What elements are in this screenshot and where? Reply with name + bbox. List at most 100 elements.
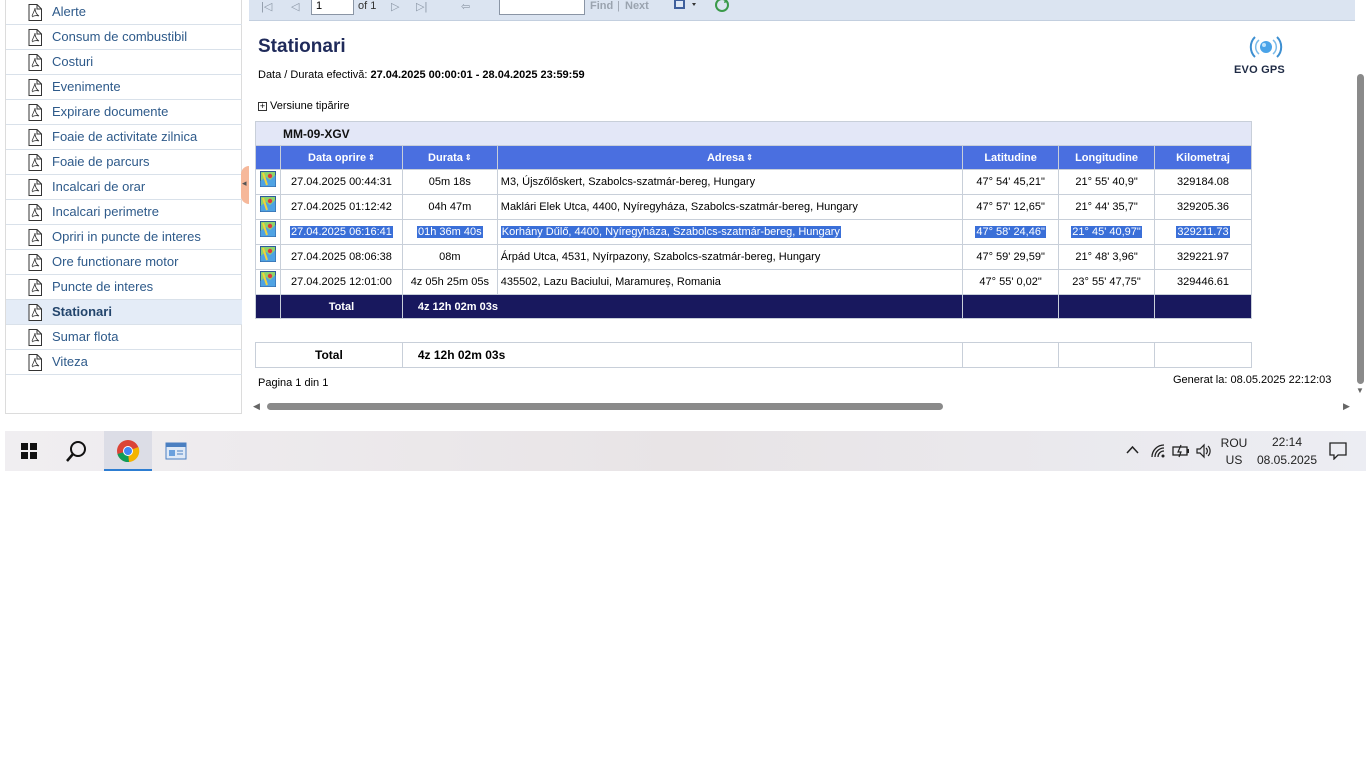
chevron-up-icon[interactable] [1126,445,1139,455]
find-next-button[interactable]: Next [625,0,649,12]
first-page-icon[interactable]: |◁ [261,0,272,13]
column-header-label: Durata [428,151,463,164]
scroll-down-icon[interactable]: ▼ [1356,386,1364,395]
total-value: 4z 12h 02m 03s [401,294,964,319]
find-text-input[interactable] [499,0,585,15]
table-row[interactable]: 27.04.2025 08:06:38 08m Árpád Utca, 4531, … [255,244,1252,270]
control-panel-icon [165,442,187,460]
pdf-icon [28,4,42,21]
table-row[interactable]: 27.04.2025 00:44:31 05m 18s M3, Újszőlőske… [255,169,1252,195]
scroll-left-icon[interactable]: ◀ [253,401,260,412]
pdf-icon [28,104,42,121]
chrome-taskbar-button[interactable] [104,431,152,471]
page-number-input[interactable] [311,0,354,15]
stop-address: M3, Újszőlőskert, Szabolcs-szatmár-bereg… [500,176,756,188]
pdf-icon [28,204,42,221]
vehicle-group-row: MM-09-XGV [255,121,1252,146]
table-cell: 329184.08 [1154,169,1252,195]
sidebar-item[interactable]: Costuri [6,50,242,75]
control-panel-taskbar-button[interactable] [152,431,200,471]
map-link[interactable] [255,244,281,270]
sidebar-item-label: Foaie de activitate zilnica [52,129,198,144]
volume-icon[interactable] [1195,443,1213,459]
clock-date[interactable]: 08.05.2025 [1255,453,1319,467]
search-button[interactable] [53,431,101,471]
column-header: Kilometraj [1154,145,1252,170]
sidebar-item[interactable]: Incalcari perimetre [6,200,242,225]
battery-icon[interactable] [1172,443,1190,459]
column-header-label: Adresa [706,151,745,164]
stop-address: 435502, Lazu Baciului, Maramureș, Romani… [500,276,721,288]
language-code[interactable]: ROU [1218,436,1250,450]
pdf-icon [28,329,42,346]
horizontal-scrollbar[interactable]: ◀ ▶ [249,398,1355,414]
table-row[interactable]: 27.04.2025 06:16:41 01h 36m 40s Korhány Dű… [255,219,1252,245]
wifi-icon[interactable] [1150,443,1166,459]
sort-icon[interactable]: ⇕ [746,153,753,162]
map-link[interactable] [255,219,281,245]
table-cell: 27.04.2025 06:16:41 [279,219,403,245]
last-page-icon[interactable]: ▷| [416,0,427,13]
table-row[interactable]: 27.04.2025 01:12:42 04h 47m Maklári Elek U… [255,194,1252,220]
notifications-icon[interactable] [1329,442,1347,460]
map-link[interactable] [255,169,281,195]
refresh-icon[interactable] [714,0,730,13]
sidebar-item-label: Consum de combustibil [52,29,188,44]
collapse-sidebar-tab[interactable]: ◂ [241,166,249,204]
stop-duration: 05m 18s [428,176,471,188]
stop-longitude: 21° 45' 40,97" [1071,226,1142,238]
sidebar-item[interactable]: Sumar flota [6,325,242,350]
table-cell: 27.04.2025 08:06:38 [279,244,403,270]
vertical-scroll-thumb[interactable] [1357,74,1364,384]
sidebar-item[interactable]: Viteza [6,350,242,375]
start-button[interactable] [5,431,53,471]
map-link[interactable] [255,269,281,295]
keyboard-layout[interactable]: US [1218,453,1250,467]
period-label: Data / Durata efectivă: [258,69,368,81]
table-row[interactable]: 27.04.2025 12:01:00 4z 05h 25m 05s 435502,… [255,269,1252,295]
column-header-label: Latitudine [984,151,1037,164]
sidebar-item[interactable]: Incalcari de orar [6,175,242,200]
sidebar-item[interactable]: Foaie de activitate zilnica [6,125,242,150]
stop-latitude: 47° 57' 12,65" [976,201,1045,213]
pdf-icon [28,179,42,196]
sidebar-item[interactable]: Consum de combustibil [6,25,242,50]
sidebar-item[interactable]: Puncte de interes [6,275,242,300]
sidebar-item[interactable]: Opriri in puncte de interes [6,225,242,250]
header-map-column [255,145,281,170]
table-cell: 329211.73 [1154,219,1252,245]
horizontal-scroll-thumb[interactable] [267,403,943,410]
next-page-icon[interactable]: ▷ [391,0,399,13]
scroll-right-icon[interactable]: ▶ [1343,401,1350,412]
column-header-label: Kilometraj [1176,151,1230,164]
sidebar-item-label: Evenimente [52,79,121,94]
vertical-scrollbar[interactable]: ▼ [1355,0,1366,398]
map-link[interactable] [255,194,281,220]
sidebar-item[interactable]: Alerte [6,0,242,25]
previous-page-icon[interactable]: ◁ [291,0,299,13]
sidebar-item-label: Ore functionare motor [52,254,179,269]
column-header[interactable]: Adresa ⇕ [496,145,964,170]
sort-icon[interactable]: ⇕ [368,153,375,162]
export-icon[interactable] [673,0,701,13]
print-version-toggle[interactable]: + Versiune tipărire [258,100,350,112]
sidebar-item[interactable]: Stationari [6,300,242,325]
stop-date: 27.04.2025 01:12:42 [290,201,392,213]
table-cell: 47° 59' 29,59" [962,244,1060,270]
sidebar-item[interactable]: Expirare documente [6,100,242,125]
column-header[interactable]: Durata ⇕ [401,145,498,170]
table-cell: 21° 55' 40,9" [1058,169,1156,195]
column-header-label: Data oprire [308,151,367,164]
sidebar-item[interactable]: Foaie de parcurs [6,150,242,175]
stop-duration: 04h 47m [428,201,472,213]
clock-time[interactable]: 22:14 [1255,435,1319,449]
sidebar-item[interactable]: Ore functionare motor [6,250,242,275]
chrome-icon [117,440,140,463]
find-button[interactable]: Find [590,0,613,12]
map-icon [259,271,276,288]
column-header[interactable]: Data oprire ⇕ [279,145,403,170]
sort-icon[interactable]: ⇕ [465,153,472,162]
stop-longitude: 23° 55' 47,75" [1072,276,1141,288]
sidebar-item[interactable]: Evenimente [6,75,242,100]
back-icon[interactable]: ⇦ [461,0,470,13]
